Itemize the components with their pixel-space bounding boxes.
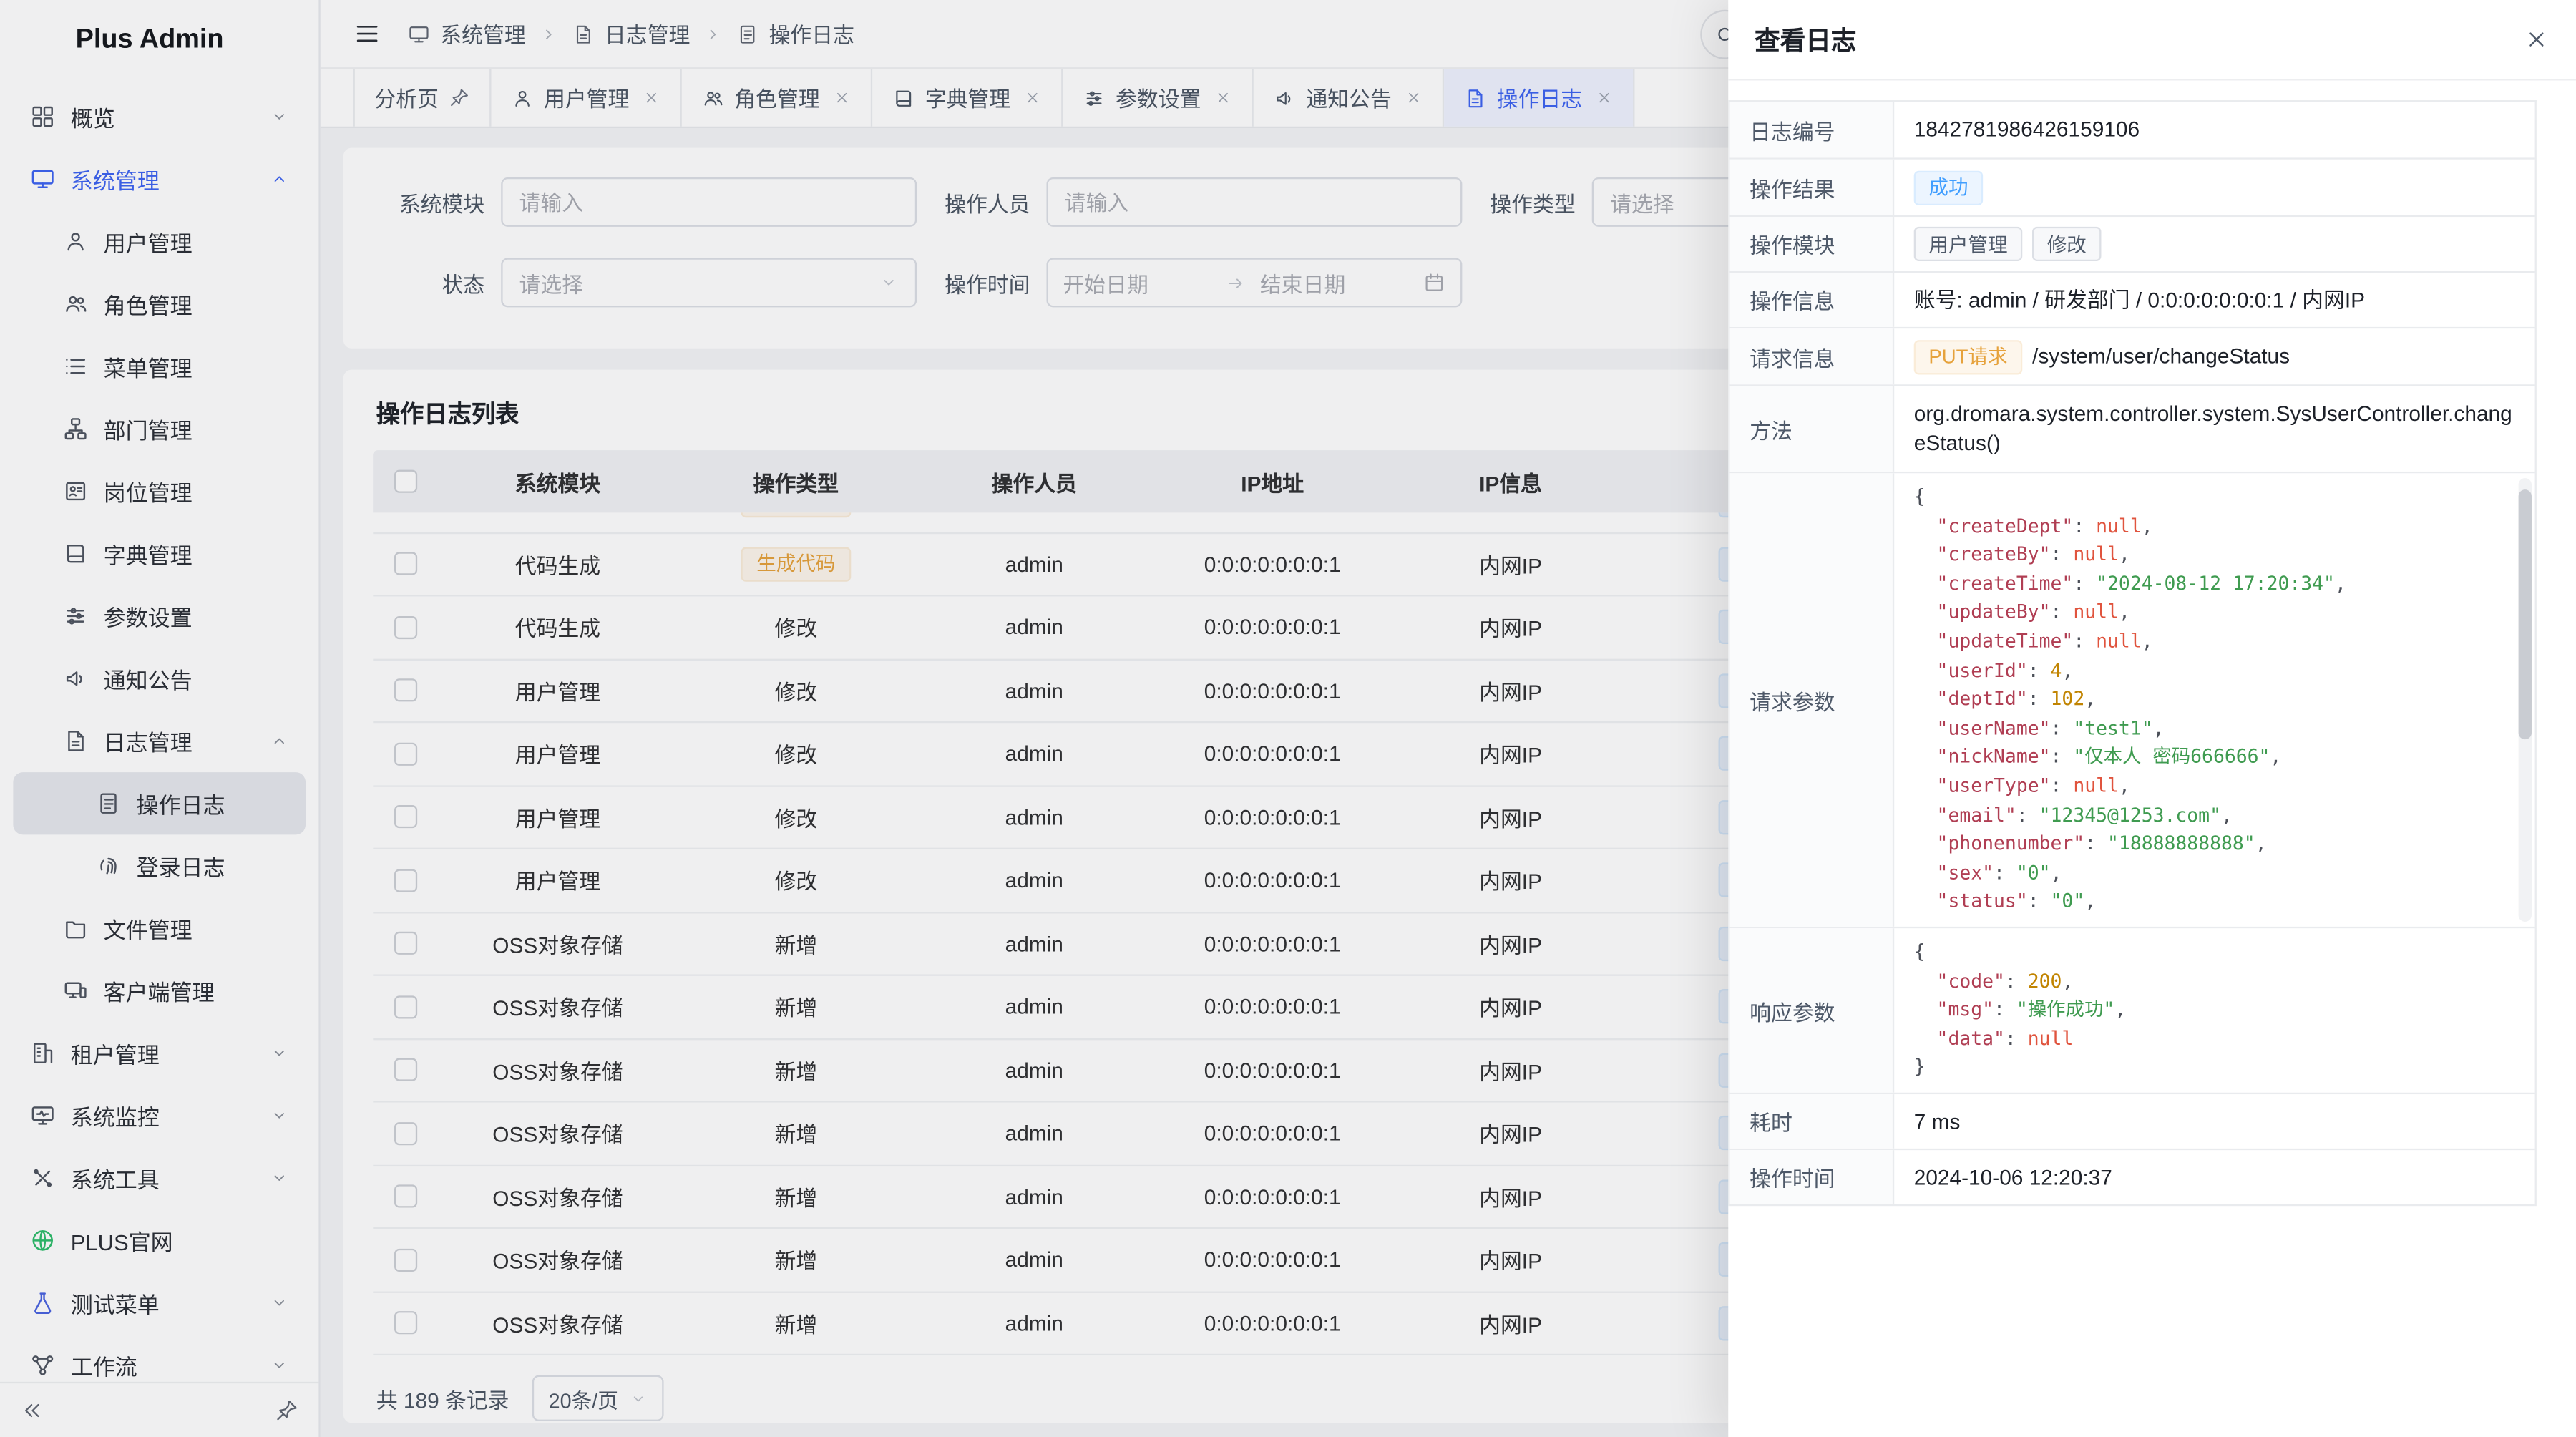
log-detail-drawer: 查看日志 日志编号 1842781986426159106 操作结果 成功 操作… xyxy=(1728,0,2576,1437)
detail-row-request: 请求信息 PUT请求 /system/user/changeStatus xyxy=(1730,328,2535,386)
result-tag: 成功 xyxy=(1914,170,1983,205)
drawer-body: 日志编号 1842781986426159106 操作结果 成功 操作模块 用户… xyxy=(1728,80,2576,1437)
detail-label: 请求信息 xyxy=(1730,328,1895,384)
detail-label: 日志编号 xyxy=(1730,102,1895,157)
detail-row-module: 操作模块 用户管理 修改 xyxy=(1730,217,2535,273)
detail-row-time: 操作时间 2024-10-06 12:20:37 xyxy=(1730,1150,2535,1206)
drawer-title: 查看日志 xyxy=(1755,21,1856,58)
module-tag: 用户管理 xyxy=(1914,227,2023,261)
module-action-tag: 修改 xyxy=(2032,227,2101,261)
app: Plus Admin 概览 系统管理 用户管理 角色管理 菜单管理 部门管理 岗… xyxy=(0,0,2576,1437)
detail-row-request-params: 请求参数 { "createDept": null, "createBy": n… xyxy=(1730,473,2535,928)
screen: Plus Admin 概览 系统管理 用户管理 角色管理 菜单管理 部门管理 岗… xyxy=(0,0,2576,1437)
duration-value: 7 ms xyxy=(1894,1094,2534,1149)
detail-label: 操作结果 xyxy=(1730,160,1895,215)
detail-row-duration: 耗时 7 ms xyxy=(1730,1094,2535,1150)
response-params-json: { "code": 200, "msg": "操作成功", "data": nu… xyxy=(1894,928,2534,1093)
request-path: /system/user/changeStatus xyxy=(2032,342,2290,371)
scrollbar-thumb[interactable] xyxy=(2519,489,2532,739)
operation-info-value: 账号: admin / 研发部门 / 0:0:0:0:0:0:0:1 / 内网I… xyxy=(1894,273,2534,327)
detail-row-method: 方法 org.dromara.system.controller.system.… xyxy=(1730,386,2535,474)
request-params-code: { "createDept": null, "createBy": null, … xyxy=(1894,473,2534,927)
detail-label: 响应参数 xyxy=(1730,928,1895,1093)
http-method-tag: PUT请求 xyxy=(1914,339,2023,374)
response-params-code: { "code": 200, "msg": "操作成功", "data": nu… xyxy=(1894,928,2534,1093)
result-value: 成功 xyxy=(1894,160,2534,215)
detail-label: 请求参数 xyxy=(1730,473,1895,927)
detail-row-result: 操作结果 成功 xyxy=(1730,160,2535,217)
detail-label: 操作时间 xyxy=(1730,1150,1895,1204)
close-icon[interactable] xyxy=(2524,26,2550,53)
drawer-header: 查看日志 xyxy=(1728,0,2576,80)
detail-label: 操作模块 xyxy=(1730,217,1895,271)
detail-label: 方法 xyxy=(1730,386,1895,472)
detail-label: 耗时 xyxy=(1730,1094,1895,1149)
request-info-value: PUT请求 /system/user/changeStatus xyxy=(1894,328,2534,384)
detail-row-response-params: 响应参数 { "code": 200, "msg": "操作成功", "data… xyxy=(1730,928,2535,1094)
method-value: org.dromara.system.controller.system.Sys… xyxy=(1894,386,2534,472)
module-value: 用户管理 修改 xyxy=(1894,217,2534,271)
request-params-json: { "createDept": null, "createBy": null, … xyxy=(1894,473,2534,926)
log-detail-table: 日志编号 1842781986426159106 操作结果 成功 操作模块 用户… xyxy=(1728,100,2537,1206)
operation-time-value: 2024-10-06 12:20:37 xyxy=(1894,1150,2534,1204)
log-id-value: 1842781986426159106 xyxy=(1894,102,2534,157)
detail-label: 操作信息 xyxy=(1730,273,1895,327)
detail-row-info: 操作信息 账号: admin / 研发部门 / 0:0:0:0:0:0:0:1 … xyxy=(1730,273,2535,328)
drawer-overlay-mask[interactable] xyxy=(0,0,1728,1437)
detail-row-log-id: 日志编号 1842781986426159106 xyxy=(1730,102,2535,159)
